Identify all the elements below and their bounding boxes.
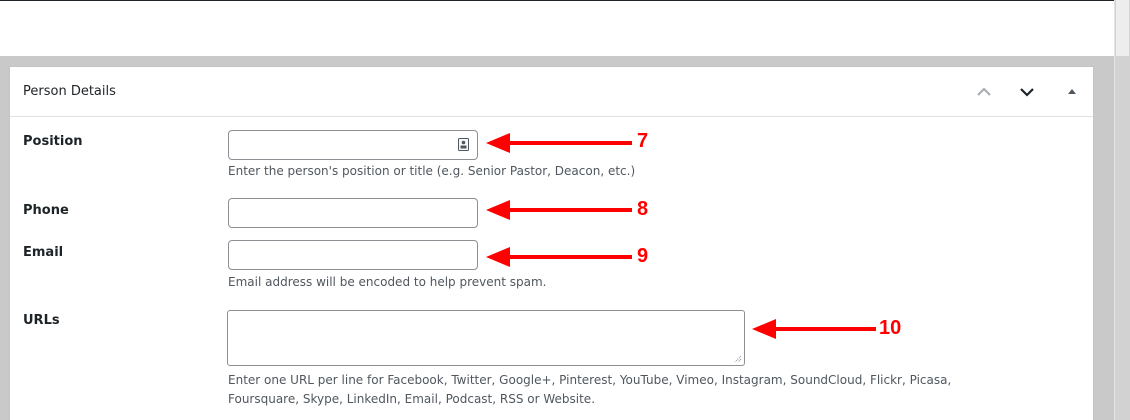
toggle-panel-button[interactable]: [1061, 81, 1083, 103]
triangle-up-icon: [1068, 89, 1076, 94]
resize-grip-icon[interactable]: [734, 355, 742, 363]
annotation-arrow-urls: [752, 319, 876, 339]
position-input[interactable]: [228, 130, 478, 160]
annotation-number-10: 10: [879, 317, 902, 339]
email-input[interactable]: [228, 240, 478, 270]
move-up-button[interactable]: [973, 81, 995, 103]
metabox-header: Person Details: [10, 67, 1093, 117]
annotation-arrow-position: [486, 133, 632, 153]
urls-label: URLs: [23, 313, 60, 328]
metabox-title: Person Details: [23, 84, 116, 99]
position-description: Enter the person's position or title (e.…: [228, 164, 636, 178]
scrollbar[interactable]: [1114, 0, 1130, 420]
person-details-metabox: Person Details Position Enter the person…: [9, 66, 1094, 420]
position-label: Position: [23, 134, 83, 149]
email-label: Email: [23, 245, 64, 260]
phone-input[interactable]: [228, 198, 478, 228]
top-page-area: [0, 0, 1114, 56]
urls-description-line2: Foursquare, Skype, LinkedIn, Email, Podc…: [228, 392, 596, 406]
move-down-button[interactable]: [1016, 81, 1038, 103]
contact-card-icon[interactable]: [458, 138, 469, 151]
chevron-up-icon: [977, 87, 991, 96]
annotation-number-7: 7: [637, 130, 649, 152]
email-description: Email address will be encoded to help pr…: [228, 275, 547, 289]
urls-textarea[interactable]: [227, 310, 745, 366]
phone-label: Phone: [23, 203, 69, 218]
annotation-number-8: 8: [637, 198, 649, 220]
chevron-down-icon: [1020, 88, 1034, 97]
urls-description-line1: Enter one URL per line for Facebook, Twi…: [228, 373, 952, 387]
annotation-number-9: 9: [637, 245, 649, 267]
annotation-arrow-phone: [486, 200, 632, 220]
scrollbar-thumb[interactable]: [1116, 0, 1129, 56]
annotation-arrow-email: [486, 247, 632, 267]
